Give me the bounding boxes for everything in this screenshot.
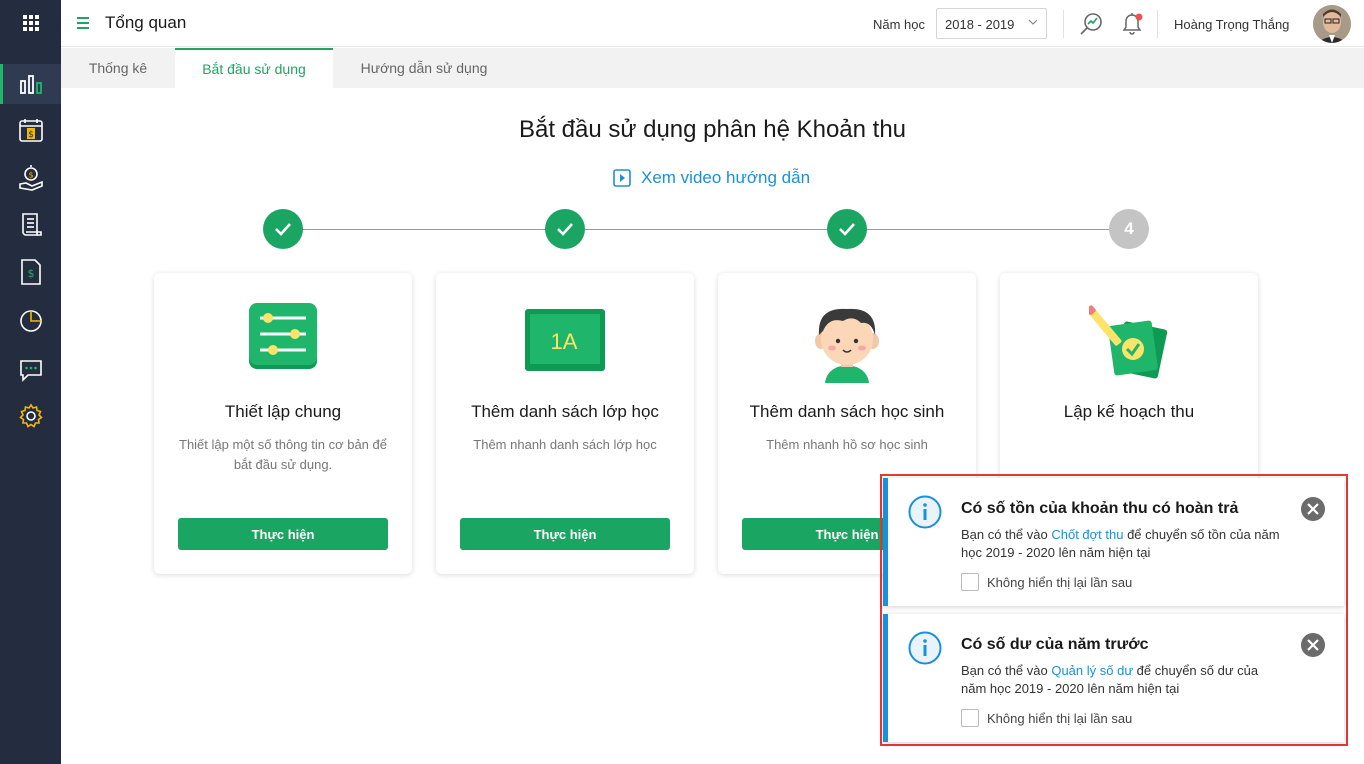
tab-user-guide[interactable]: Hướng dẫn sử dụng — [333, 48, 515, 88]
progress-line — [283, 229, 1129, 230]
tab-bar: Thống kê Bắt đầu sử dụng Hướng dẫn sử dụ… — [61, 48, 1364, 88]
settings-gear-icon — [18, 403, 43, 428]
card-description: Thêm nhanh danh sách lớp học — [473, 437, 657, 452]
play-video-icon — [613, 169, 631, 187]
school-year-select[interactable]: 2018 - 2019 — [936, 8, 1047, 39]
card-description: Thiết lập một số thông tin cơ bản để bắt… — [179, 437, 387, 472]
step-3-done — [827, 209, 867, 249]
close-collection-period-link[interactable]: Chốt đợt thu — [1051, 527, 1123, 542]
step-1-done — [263, 209, 303, 249]
notification-body-prefix: Bạn có thể vào — [961, 663, 1052, 678]
divider — [1157, 10, 1158, 38]
top-bar: Tổng quan Năm học 2018 - 2019 Hoàng Trọn… — [61, 0, 1364, 47]
pie-chart-icon — [19, 310, 42, 332]
svg-text:$: $ — [28, 130, 34, 140]
svg-text:$: $ — [28, 171, 33, 180]
money-hand-icon: $ — [18, 165, 43, 191]
sidebar-item-overview[interactable] — [0, 64, 61, 104]
apps-grid-icon[interactable] — [0, 0, 61, 46]
video-guide-label: Xem video hướng dẫn — [641, 168, 811, 187]
hamburger-menu-icon[interactable] — [75, 13, 93, 33]
check-icon — [557, 223, 573, 236]
balance-management-link[interactable]: Quản lý số dư — [1051, 663, 1133, 678]
card-add-classes: 1A Thêm danh sách lớp học Thêm nhanh dan… — [436, 273, 694, 574]
step-4-pending: 4 — [1109, 209, 1149, 249]
settings-sliders-illustration — [154, 301, 412, 383]
info-icon — [908, 631, 942, 665]
calendar-dollar-icon: $ — [18, 119, 43, 142]
notification-card-previous-year-balance: Có số dư của năm trước Bạn có thể vào Qu… — [883, 614, 1344, 742]
close-icon[interactable] — [1301, 633, 1325, 657]
checkbox-label: Không hiển thị lại lần sau — [987, 574, 1133, 590]
chevron-down-icon — [1028, 19, 1038, 25]
sidebar-item-fee-schedule[interactable]: $ — [0, 110, 61, 150]
plan-checklist-illustration — [1000, 301, 1258, 383]
bar-chart-icon — [19, 75, 42, 94]
user-name[interactable]: Hoàng Trọng Thắng — [1174, 17, 1289, 32]
chat-icon — [19, 360, 42, 382]
sidebar-item-invoices[interactable]: $ — [0, 252, 61, 292]
video-guide-link[interactable]: Xem video hướng dẫn — [613, 168, 810, 188]
card-title: Lập kế hoạch thu — [1063, 402, 1195, 421]
scroll-icon — [21, 213, 42, 236]
checkbox-box[interactable] — [961, 709, 979, 727]
execute-button[interactable]: Thực hiện — [460, 518, 670, 550]
main-heading: Bắt đầu sử dụng phân hệ Khoản thu — [518, 116, 907, 143]
student-boy-illustration — [718, 301, 976, 383]
card-title: Thiết lập chung — [224, 402, 342, 421]
notification-title: Có số tồn của khoản thu có hoàn trả — [961, 500, 1239, 517]
info-icon — [908, 495, 942, 529]
sidebar-item-receipts[interactable] — [0, 205, 61, 245]
sidebar-item-reports[interactable] — [0, 301, 61, 341]
close-icon[interactable] — [1301, 497, 1325, 521]
step-2-done — [545, 209, 585, 249]
avatar[interactable] — [1313, 5, 1351, 43]
sidebar-item-collection[interactable]: $ — [0, 158, 61, 198]
dont-show-again-checkbox[interactable]: Không hiển thị lại lần sau — [961, 709, 1132, 727]
notification-body: Bạn có thể vào Chốt đợt thu để chuyển số… — [961, 526, 1281, 562]
dollar-document-icon: $ — [20, 259, 41, 285]
school-year-value: 2018 - 2019 — [945, 17, 1015, 32]
notification-body: Bạn có thể vào Quản lý số dư để chuyển s… — [961, 662, 1281, 698]
board-label: 1A — [551, 329, 578, 354]
notification-bell-icon[interactable] — [1119, 10, 1145, 43]
checkbox-box[interactable] — [961, 573, 979, 591]
page-title: Tổng quan — [105, 13, 187, 32]
svg-text:$: $ — [27, 267, 34, 280]
classroom-board-illustration: 1A — [436, 301, 694, 383]
card-description: Thêm nhanh hồ sơ học sinh — [766, 437, 928, 452]
school-year-label: Năm học — [873, 17, 926, 32]
divider — [1063, 10, 1064, 38]
notification-body-prefix: Bạn có thể vào — [961, 527, 1052, 542]
sidebar-item-messages[interactable] — [0, 350, 61, 390]
check-icon — [839, 223, 855, 236]
card-title: Thêm danh sách học sinh — [749, 402, 945, 421]
notification-title: Có số dư của năm trước — [961, 636, 1149, 653]
execute-button[interactable]: Thực hiện — [178, 518, 388, 550]
dont-show-again-checkbox[interactable]: Không hiển thị lại lần sau — [961, 573, 1132, 591]
notification-card-refundable-balance: Có số tồn của khoản thu có hoàn trả Bạn … — [883, 478, 1344, 606]
search-trend-icon[interactable] — [1078, 11, 1104, 42]
sidebar-item-settings[interactable] — [0, 396, 61, 436]
card-general-setup: Thiết lập chung Thiết lập một số thông t… — [154, 273, 412, 574]
checkbox-label: Không hiển thị lại lần sau — [987, 710, 1133, 726]
sidebar: $ $ $ — [0, 0, 61, 764]
tab-statistics[interactable]: Thống kê — [61, 48, 175, 88]
check-icon — [275, 223, 291, 236]
card-title: Thêm danh sách lớp học — [471, 402, 659, 421]
tab-getting-started[interactable]: Bắt đầu sử dụng — [175, 48, 333, 88]
